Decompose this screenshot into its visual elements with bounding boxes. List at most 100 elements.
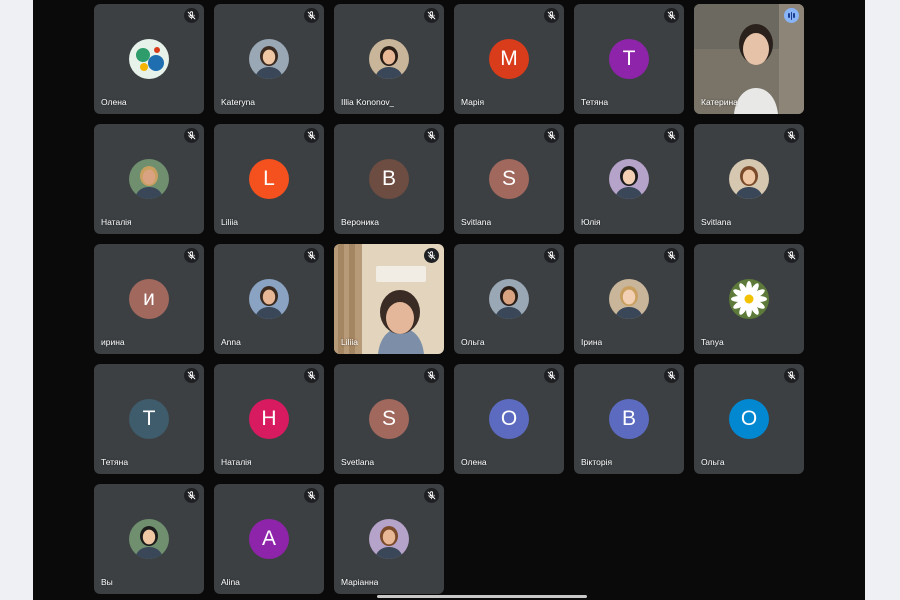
- participant-tile[interactable]: Вы: [94, 484, 204, 594]
- avatar-letter: S: [369, 399, 409, 439]
- participant-tile[interactable]: O Олена: [454, 364, 564, 474]
- avatar-photo: [249, 279, 289, 319]
- participant-tile[interactable]: Illia Kononov_: [334, 4, 444, 114]
- participant-tile[interactable]: Ольга: [454, 244, 564, 354]
- participant-name: Тетяна: [581, 97, 609, 107]
- mic-off-icon: [664, 248, 679, 263]
- mic-off-icon: [424, 488, 439, 503]
- participant-name: Svitlana: [461, 217, 492, 227]
- participant-name: Svitlana: [701, 217, 732, 227]
- mic-off-icon: [304, 248, 319, 263]
- avatar-letter: T: [609, 39, 649, 79]
- avatar-photo: [369, 39, 409, 79]
- participant-tile[interactable]: T Тетяна: [574, 4, 684, 114]
- flower-icon: [729, 279, 769, 319]
- participant-name: Олена: [101, 97, 127, 107]
- mic-off-icon: [424, 8, 439, 23]
- participant-tile[interactable]: Катерина: [694, 4, 804, 114]
- participant-tile[interactable]: Юлія: [574, 124, 684, 234]
- mic-off-icon: [424, 248, 439, 263]
- avatar-letter: S: [489, 159, 529, 199]
- participant-tile[interactable]: Наталія: [94, 124, 204, 234]
- avatar-photo: [729, 159, 769, 199]
- participant-tile[interactable]: T Тетяна: [94, 364, 204, 474]
- participant-name: Вікторія: [581, 457, 613, 467]
- home-indicator-bar[interactable]: [377, 595, 587, 598]
- participant-grid: Олена Kateryna Illia Kononov_ M Марія T Тетяна…: [94, 4, 804, 594]
- participant-name: Вы: [101, 577, 113, 587]
- avatar-letter: A: [249, 519, 289, 559]
- avatar-letter: H: [249, 399, 289, 439]
- participant-name: Наталія: [221, 457, 252, 467]
- participant-tile[interactable]: Kateryna: [214, 4, 324, 114]
- participant-tile[interactable]: Liliia: [334, 244, 444, 354]
- participant-tile[interactable]: B Вероника: [334, 124, 444, 234]
- mic-off-icon: [184, 128, 199, 143]
- mic-off-icon: [184, 368, 199, 383]
- mic-off-icon: [304, 8, 319, 23]
- avatar-photo: [129, 159, 169, 199]
- participant-tile[interactable]: Олена: [94, 4, 204, 114]
- participant-tile[interactable]: Маріанна: [334, 484, 444, 594]
- mic-off-icon: [544, 368, 559, 383]
- participant-tile[interactable]: H Наталія: [214, 364, 324, 474]
- participant-tile[interactable]: и ирина: [94, 244, 204, 354]
- mic-off-icon: [304, 368, 319, 383]
- right-margin: [865, 0, 900, 600]
- mic-off-icon: [664, 8, 679, 23]
- mic-off-icon: [424, 128, 439, 143]
- participant-tile[interactable]: A Alina: [214, 484, 324, 594]
- mic-off-icon: [784, 128, 799, 143]
- participant-name: Ірина: [581, 337, 603, 347]
- participant-name: Svetlana: [341, 457, 375, 467]
- avatar-letter: B: [609, 399, 649, 439]
- speaking-indicator-icon: [784, 8, 799, 23]
- left-margin: [0, 0, 33, 600]
- mic-off-icon: [544, 248, 559, 263]
- mic-off-icon: [784, 368, 799, 383]
- participant-tile[interactable]: O Ольга: [694, 364, 804, 474]
- participant-name: Illia Kononov_: [341, 97, 395, 107]
- participant-tile[interactable]: Anna: [214, 244, 324, 354]
- participant-tile[interactable]: M Марія: [454, 4, 564, 114]
- mic-off-icon: [184, 248, 199, 263]
- participant-tile[interactable]: Tanya: [694, 244, 804, 354]
- avatar-letter: L: [249, 159, 289, 199]
- mic-off-icon: [184, 8, 199, 23]
- mic-off-icon: [544, 128, 559, 143]
- avatar-letter: T: [129, 399, 169, 439]
- participant-name: Ольга: [461, 337, 485, 347]
- mic-off-icon: [184, 488, 199, 503]
- avatar-letter: и: [129, 279, 169, 319]
- mic-off-icon: [664, 368, 679, 383]
- participant-name: Олена: [461, 457, 487, 467]
- participant-name: Юлія: [581, 217, 601, 227]
- participant-name: Ольга: [701, 457, 725, 467]
- participant-tile[interactable]: Ірина: [574, 244, 684, 354]
- mic-off-icon: [784, 248, 799, 263]
- participant-name: Anna: [221, 337, 241, 347]
- avatar-photo: [609, 279, 649, 319]
- participant-name: Liliia: [221, 217, 239, 227]
- mic-off-icon: [304, 488, 319, 503]
- participant-name: Катерина: [701, 97, 738, 107]
- participant-name: Наталія: [101, 217, 132, 227]
- participant-tile[interactable]: Svitlana: [694, 124, 804, 234]
- avatar-photo: [249, 39, 289, 79]
- participant-name: Марія: [461, 97, 485, 107]
- avatar-letter: O: [489, 399, 529, 439]
- participant-name: ирина: [101, 337, 125, 347]
- participant-tile[interactable]: S Svetlana: [334, 364, 444, 474]
- participant-tile[interactable]: S Svitlana: [454, 124, 564, 234]
- avatar-photo: [129, 519, 169, 559]
- participant-name: Тетяна: [101, 457, 129, 467]
- participant-tile[interactable]: B Вікторія: [574, 364, 684, 474]
- mic-off-icon: [424, 368, 439, 383]
- avatar-photo: [489, 279, 529, 319]
- avatar-letter: O: [729, 399, 769, 439]
- mic-off-icon: [544, 8, 559, 23]
- participant-name: Alina: [221, 577, 240, 587]
- mic-off-icon: [304, 128, 319, 143]
- participant-tile[interactable]: L Liliia: [214, 124, 324, 234]
- participant-name: Маріанна: [341, 577, 379, 587]
